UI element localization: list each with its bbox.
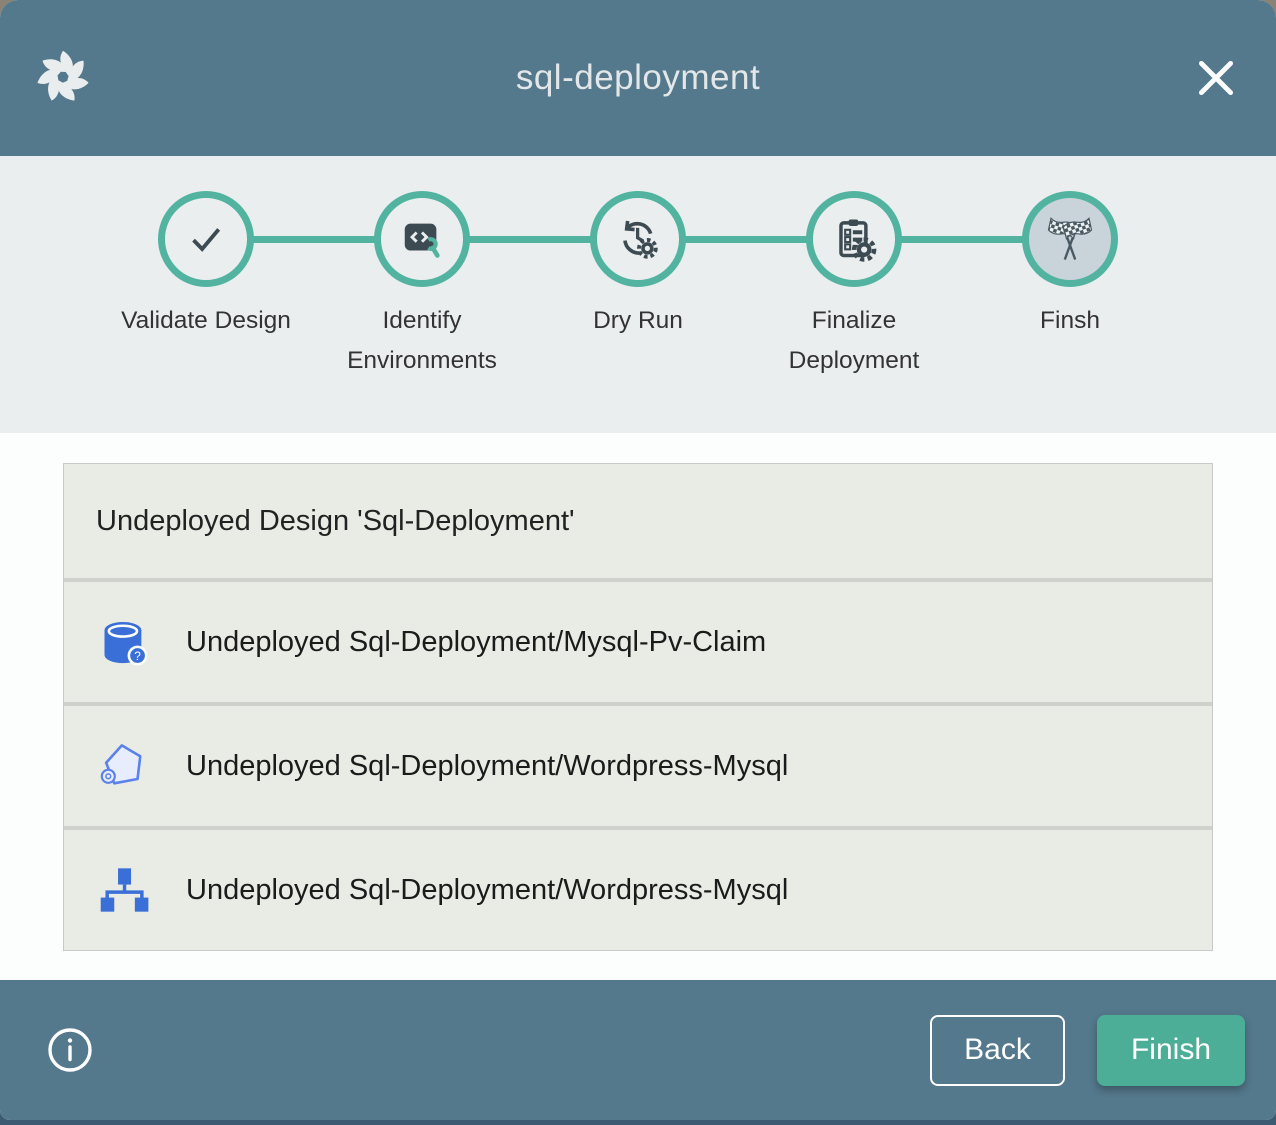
undeploy-results-panel: Undeployed Design 'Sql-Deployment' ? Und…: [63, 463, 1213, 951]
step-dry-run[interactable]: Dry Run: [530, 191, 746, 381]
step-circle: [590, 191, 686, 287]
close-icon: [1193, 55, 1239, 101]
back-button[interactable]: Back: [930, 1015, 1065, 1086]
step-label: Finalize Deployment: [768, 301, 940, 381]
clipboard-checklist-gear-icon: [831, 216, 877, 262]
results-header-text: Undeployed Design 'Sql-Deployment': [96, 505, 575, 538]
result-row: Undeployed Sql-Deployment/Wordpress-Mysq…: [64, 706, 1212, 826]
stepper-section: Validate Design: [0, 156, 1276, 433]
result-text: Undeployed Sql-Deployment/Wordpress-Mysq…: [186, 750, 788, 783]
stepper: Validate Design: [98, 191, 1178, 381]
titlebar: sql-deployment: [0, 0, 1276, 156]
step-label: Identify Environments: [336, 301, 508, 381]
deployment-wizard-dialog: sql-deployment Validate Desi: [0, 0, 1276, 1120]
step-circle: [374, 191, 470, 287]
step-circle: [806, 191, 902, 287]
result-row: ? Undeployed Sql-Deployment/Mysql-Pv-Cla…: [64, 582, 1212, 702]
results-content: Undeployed Design 'Sql-Deployment' ? Und…: [0, 433, 1276, 980]
code-window-wrench-icon: [399, 216, 445, 262]
step-circle: [158, 191, 254, 287]
footer-bar: Back Finish: [0, 980, 1276, 1120]
step-label: Validate Design: [121, 301, 291, 341]
result-text: Undeployed Sql-Deployment/Mysql-Pv-Claim: [186, 626, 766, 659]
close-button[interactable]: [1190, 52, 1242, 104]
info-circle-icon: [46, 1026, 94, 1074]
step-label: Finsh: [1040, 301, 1100, 341]
result-row: Undeployed Sql-Deployment/Wordpress-Mysq…: [64, 830, 1212, 950]
step-finish[interactable]: Finsh: [962, 191, 1178, 381]
checkmark-icon: [183, 216, 229, 262]
pentagon-node-icon: [98, 740, 150, 792]
step-finalize-deployment[interactable]: Finalize Deployment: [746, 191, 962, 381]
finish-button[interactable]: Finish: [1097, 1015, 1245, 1086]
dialog-title: sql-deployment: [0, 58, 1276, 98]
info-button[interactable]: [46, 1026, 94, 1074]
step-validate-design[interactable]: Validate Design: [98, 191, 314, 381]
footer-actions: Back Finish: [930, 1015, 1245, 1086]
checkered-flags-icon: [1044, 213, 1096, 265]
sync-clock-gear-icon: [615, 216, 661, 262]
results-header-row: Undeployed Design 'Sql-Deployment': [64, 464, 1212, 578]
step-label: Dry Run: [593, 301, 683, 341]
step-circle: [1022, 191, 1118, 287]
hierarchy-tree-icon: [98, 864, 150, 916]
svg-text:?: ?: [134, 649, 141, 663]
result-text: Undeployed Sql-Deployment/Wordpress-Mysq…: [186, 874, 788, 907]
step-identify-environments[interactable]: Identify Environments: [314, 191, 530, 381]
database-question-icon: ?: [98, 616, 150, 668]
